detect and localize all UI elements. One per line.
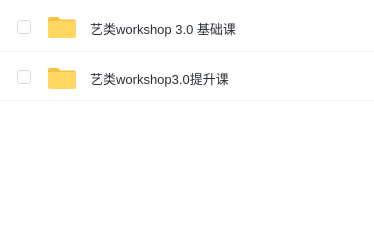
file-row[interactable]: 艺类workshop3.0提升课 [0,52,374,101]
file-checkbox[interactable] [17,70,31,84]
file-name[interactable]: 艺类workshop 3.0 基础课 [90,19,236,38]
file-name[interactable]: 艺类workshop3.0提升课 [90,69,229,88]
folder-icon [48,17,76,38]
file-checkbox[interactable] [17,20,31,34]
folder-icon [48,68,76,89]
file-list: 艺类workshop 3.0 基础课 艺类workshop3.0提升课 [0,0,374,101]
file-row[interactable]: 艺类workshop 3.0 基础课 [0,0,374,52]
